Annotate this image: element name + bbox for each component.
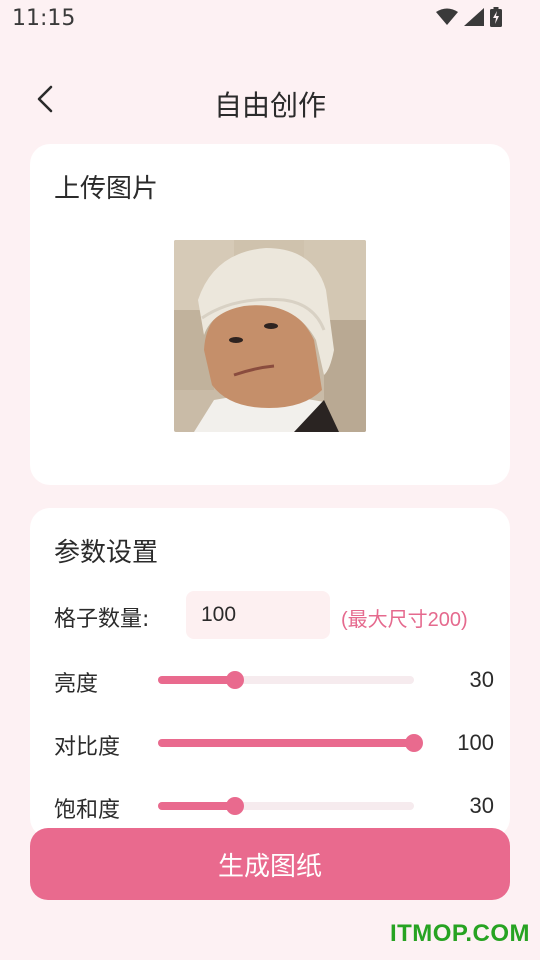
status-icons [436, 7, 502, 31]
generate-button[interactable]: 生成图纸 [30, 828, 510, 900]
page-title: 自由创作 [213, 89, 326, 122]
grid-count-input[interactable] [186, 591, 330, 639]
contrast-row: 对比度 100 [54, 722, 494, 762]
saturation-value: 30 [469, 793, 494, 818]
saturation-slider-thumb[interactable] [225, 797, 244, 815]
status-bar: 11:15 [0, 0, 540, 38]
saturation-slider[interactable] [158, 797, 414, 815]
brightness-value: 30 [469, 667, 494, 692]
upload-card-title: 上传图片 [54, 174, 159, 204]
signal-icon [464, 8, 484, 30]
saturation-slider-fill [158, 802, 235, 810]
upload-card: 上传图片 [30, 144, 510, 485]
uploaded-photo[interactable] [174, 240, 366, 432]
saturation-row: 饱和度 30 [54, 785, 494, 825]
brightness-label: 亮度 [54, 672, 99, 697]
grid-count-hint: (最大尺寸200) [341, 609, 468, 631]
grid-count-label: 格子数量: [54, 607, 150, 632]
grid-count-row: 格子数量: (最大尺寸200) [54, 591, 494, 639]
saturation-label: 饱和度 [54, 798, 121, 823]
brightness-slider[interactable] [158, 671, 414, 689]
brightness-slider-fill [158, 676, 235, 684]
brightness-slider-thumb[interactable] [225, 671, 244, 689]
contrast-label: 对比度 [54, 735, 121, 760]
watermark: ITMOP.COM [389, 920, 530, 947]
params-card-title: 参数设置 [54, 538, 159, 568]
contrast-slider[interactable] [158, 734, 423, 752]
contrast-slider-fill [158, 739, 414, 747]
battery-charging-icon [490, 7, 502, 31]
params-card: 参数设置 格子数量: (最大尺寸200) 亮度 30 对比度 100 饱和度 3… [30, 508, 510, 838]
app-bar: 自由创作 [0, 70, 540, 134]
contrast-value: 100 [457, 730, 494, 755]
brightness-row: 亮度 30 [54, 659, 494, 699]
status-time: 11:15 [12, 6, 76, 31]
contrast-slider-thumb[interactable] [405, 734, 423, 752]
wifi-icon [436, 8, 458, 30]
